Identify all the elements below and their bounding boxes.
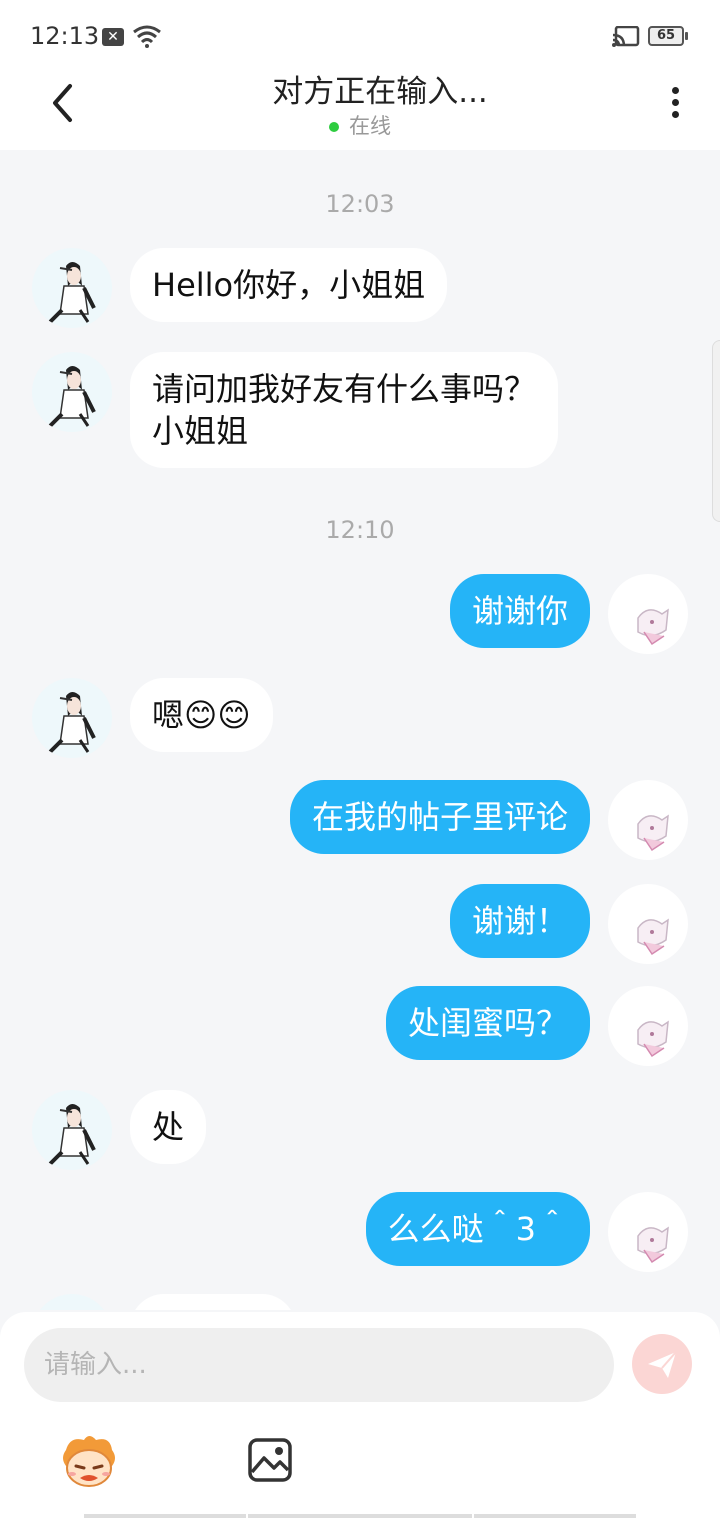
image-button[interactable] (246, 1436, 294, 1484)
online-dot-icon (329, 122, 339, 132)
more-options-button[interactable] (660, 82, 690, 126)
anime-avatar-icon (637, 814, 669, 852)
girl-avatar-icon (48, 692, 96, 754)
girl-avatar-icon (48, 1104, 96, 1166)
my-avatar[interactable] (608, 884, 688, 964)
wifi-icon (133, 25, 161, 48)
my-avatar[interactable] (608, 574, 688, 654)
message-bubble[interactable]: 处 (130, 1090, 207, 1164)
bottom-tab-indicator (84, 1514, 246, 1518)
contact-avatar[interactable] (32, 1294, 112, 1310)
message-timestamp: 12:10 (325, 516, 395, 544)
contact-avatar[interactable] (32, 248, 112, 328)
girl-avatar-icon (48, 366, 96, 428)
bottom-tab-indicator (248, 1514, 472, 1518)
message-bubble[interactable] (130, 1294, 296, 1310)
my-avatar[interactable] (608, 1192, 688, 1272)
my-avatar[interactable] (608, 986, 688, 1066)
anime-avatar-icon (637, 608, 669, 646)
image-icon (248, 1438, 292, 1482)
contact-avatar[interactable] (32, 1090, 112, 1170)
chat-message-list[interactable]: 12:03 Hello你好，小姐姐 请问加我好友有什么事吗？ 小姐姐 12:10… (0, 150, 720, 1310)
message-bubble[interactable]: Hello你好，小姐姐 (130, 248, 448, 322)
status-bar: 12:13 ✕ 65 (0, 0, 720, 70)
contact-avatar[interactable] (32, 678, 112, 758)
battery-indicator: 65 (648, 26, 688, 46)
bottom-tab-indicator (474, 1514, 636, 1518)
status-time: 12:13 (30, 22, 100, 50)
more-vertical-icon (660, 87, 690, 118)
message-bubble[interactable]: 么么哒＾3＾ (365, 1192, 590, 1266)
cast-icon (612, 26, 640, 47)
message-bubble[interactable]: 谢谢！ (449, 884, 590, 958)
my-avatar[interactable] (608, 780, 688, 860)
message-input[interactable] (24, 1328, 614, 1402)
message-bubble[interactable]: 嗯😊😊 (130, 678, 273, 752)
online-status: 在线 (0, 110, 720, 140)
chat-header: 对方正在输入... 在线 (0, 70, 720, 150)
message-bubble[interactable]: 谢谢你 (449, 574, 590, 648)
emoji-face-icon (63, 1436, 115, 1487)
anime-avatar-icon (637, 1020, 669, 1058)
message-bubble[interactable]: 请问加我好友有什么事吗？ 小姐姐 (130, 352, 559, 468)
message-bubble[interactable]: 在我的帖子里评论 (289, 780, 590, 854)
scroll-edge-handle[interactable] (712, 340, 720, 522)
online-status-label: 在线 (349, 114, 391, 138)
notification-icon: ✕ (102, 28, 124, 46)
anime-avatar-icon (637, 918, 669, 956)
message-timestamp: 12:03 (325, 190, 395, 218)
message-bubble[interactable]: 处闺蜜吗？ (385, 986, 590, 1060)
send-button[interactable] (632, 1334, 692, 1394)
contact-avatar[interactable] (32, 352, 112, 432)
emoji-button[interactable] (58, 1432, 120, 1490)
girl-avatar-icon (48, 262, 96, 324)
anime-avatar-icon (637, 1226, 669, 1264)
input-panel (0, 1312, 720, 1520)
send-icon (648, 1351, 677, 1378)
chat-title: 对方正在输入... (272, 74, 488, 110)
